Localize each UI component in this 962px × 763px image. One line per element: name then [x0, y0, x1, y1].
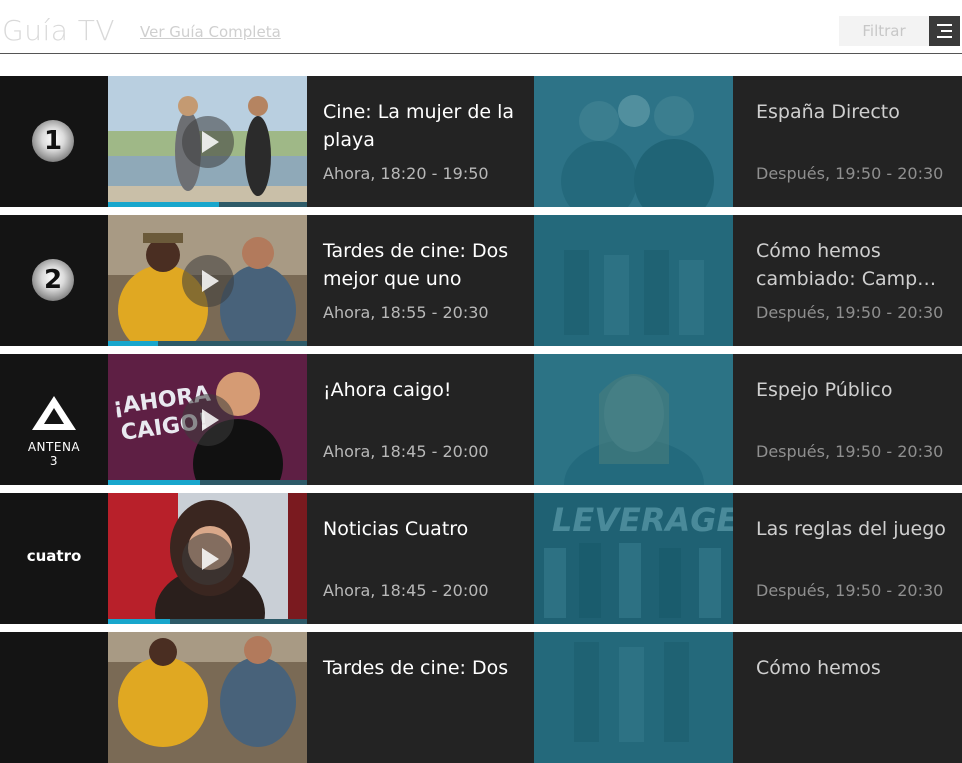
next-thumbnail[interactable]: LEVERAGE — [534, 493, 733, 624]
la2-logo: 2 — [32, 259, 74, 301]
next-time: Después, 19:50 - 20:30 — [756, 442, 944, 461]
next-tint — [534, 215, 733, 346]
play-icon[interactable] — [182, 116, 234, 168]
now-time: Ahora, 18:20 - 19:50 — [323, 164, 489, 183]
channel-logo[interactable]: 1 — [0, 76, 108, 207]
now-thumbnail-image — [108, 632, 307, 763]
channel-row[interactable]: ANTENA 3 ¡AHORA CAIGO! ¡Ahora caigo! Aho… — [0, 354, 962, 485]
la1-logo: 1 — [32, 120, 74, 162]
now-title[interactable]: Noticias Cuatro — [323, 515, 523, 543]
next-tint — [534, 493, 733, 624]
now-title[interactable]: Cine: La mujer de la playa — [323, 98, 523, 154]
next-tint — [534, 632, 733, 763]
now-time: Ahora, 18:55 - 20:30 — [323, 303, 489, 322]
progress-bar — [108, 341, 307, 346]
next-tint — [534, 76, 733, 207]
channel-row[interactable]: 1 Cine: La mujer de la playa Ahora, 18:2… — [0, 76, 962, 207]
progress-bar — [108, 480, 307, 485]
page-title: Guía TV — [2, 14, 116, 47]
now-title[interactable]: Tardes de cine: Dos — [323, 654, 523, 682]
now-title[interactable]: Tardes de cine: Dos mejor que uno — [323, 237, 523, 293]
now-thumbnail[interactable] — [108, 76, 307, 207]
next-title[interactable]: Las reglas del juego — [756, 515, 956, 543]
progress-fill — [108, 202, 220, 207]
header: Guía TV Ver Guía Completa Filtrar — [0, 0, 962, 54]
channel-logo[interactable] — [0, 632, 108, 763]
next-thumbnail[interactable] — [534, 76, 733, 207]
progress-fill — [108, 341, 158, 346]
full-guide-link[interactable]: Ver Guía Completa — [140, 23, 281, 41]
channel-row[interactable]: cuatro Noticias Cuatro Ahora, 18:45 - 20… — [0, 493, 962, 624]
play-icon[interactable] — [182, 255, 234, 307]
next-title[interactable]: España Directo — [756, 98, 956, 126]
channel-logo[interactable]: 2 — [0, 215, 108, 346]
next-title[interactable]: Cómo hemos — [756, 654, 956, 682]
now-time: Ahora, 18:45 - 20:00 — [323, 442, 489, 461]
now-thumbnail[interactable] — [108, 493, 307, 624]
progress-bar — [108, 619, 307, 624]
progress-bar — [108, 202, 307, 207]
next-time: Después, 19:50 - 20:30 — [756, 303, 944, 322]
progress-fill — [108, 619, 170, 624]
cuatro-logo: cuatro — [26, 547, 82, 565]
menu-icon[interactable] — [929, 16, 960, 46]
now-thumbnail[interactable] — [108, 215, 307, 346]
channel-row[interactable]: Tardes de cine: Dos Cómo hemos — [0, 632, 962, 763]
now-thumbnail[interactable] — [108, 632, 307, 763]
channel-row[interactable]: 2 Tardes de cine: Dos mejor que uno Ahor… — [0, 215, 962, 346]
now-time: Ahora, 18:45 - 20:00 — [323, 581, 489, 600]
next-title[interactable]: Espejo Público — [756, 376, 956, 404]
progress-fill — [108, 480, 200, 485]
filter-button[interactable]: Filtrar — [839, 16, 929, 46]
next-thumbnail[interactable] — [534, 354, 733, 485]
next-title[interactable]: Cómo hemos cambiado: Camp… — [756, 237, 956, 293]
next-time: Después, 19:50 - 20:30 — [756, 164, 944, 183]
play-icon[interactable] — [182, 394, 234, 446]
next-tint — [534, 354, 733, 485]
antena3-icon — [32, 396, 76, 430]
next-thumbnail[interactable] — [534, 215, 733, 346]
now-title[interactable]: ¡Ahora caigo! — [323, 376, 523, 404]
next-thumbnail[interactable] — [534, 632, 733, 763]
channel-logo[interactable]: ANTENA 3 — [0, 354, 108, 485]
now-thumbnail[interactable]: ¡AHORA CAIGO! — [108, 354, 307, 485]
antena3-logo: ANTENA 3 — [26, 394, 82, 468]
play-icon[interactable] — [182, 533, 234, 585]
channel-logo[interactable]: cuatro — [0, 493, 108, 624]
next-time: Después, 19:50 - 20:30 — [756, 581, 944, 600]
